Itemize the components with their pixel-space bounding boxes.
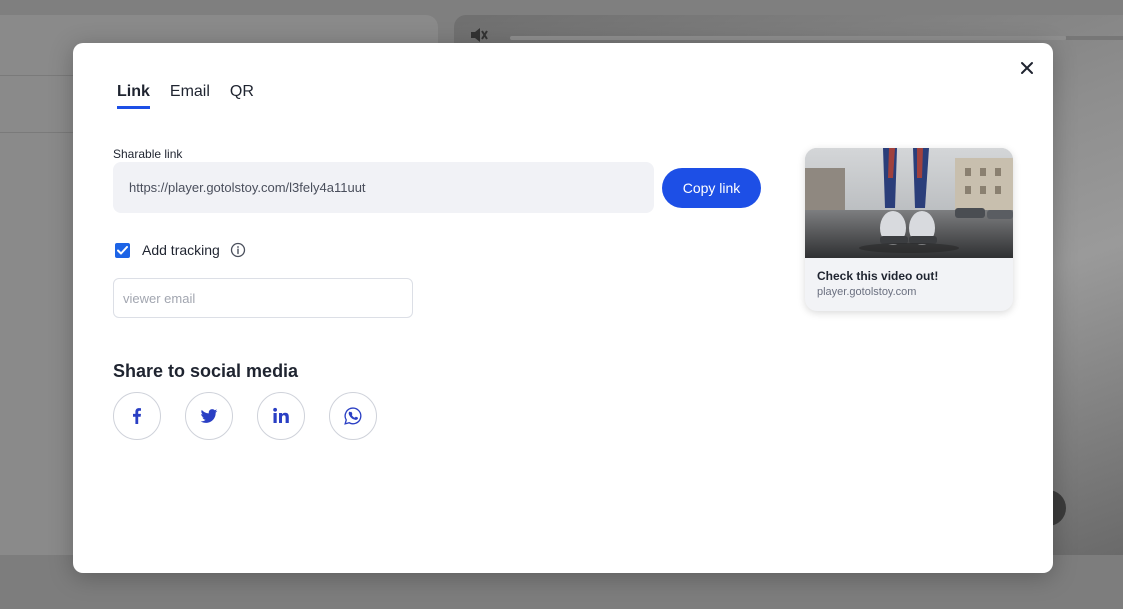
sharable-link-value: https://player.gotolstoy.com/l3fely4a11u… bbox=[129, 180, 366, 195]
whatsapp-icon bbox=[344, 407, 362, 425]
social-share-row bbox=[113, 392, 377, 440]
share-modal: Link Email QR Sharable link https://play… bbox=[73, 43, 1053, 573]
info-icon[interactable] bbox=[230, 242, 246, 258]
whatsapp-share-button[interactable] bbox=[329, 392, 377, 440]
facebook-share-button[interactable] bbox=[113, 392, 161, 440]
link-preview-card: Check this video out! player.gotolstoy.c… bbox=[805, 148, 1013, 311]
social-media-title: Share to social media bbox=[113, 361, 299, 381]
sharable-link-label: Sharable link bbox=[113, 147, 183, 161]
preview-domain: player.gotolstoy.com bbox=[817, 286, 917, 298]
sharable-link-field[interactable]: https://player.gotolstoy.com/l3fely4a11u… bbox=[113, 162, 654, 213]
add-tracking-checkbox[interactable] bbox=[115, 243, 130, 258]
facebook-icon bbox=[133, 408, 141, 424]
share-tabs: Link Email QR bbox=[117, 83, 254, 109]
twitter-share-button[interactable] bbox=[185, 392, 233, 440]
linkedin-share-button[interactable] bbox=[257, 392, 305, 440]
tab-qr[interactable]: QR bbox=[230, 83, 254, 109]
twitter-icon bbox=[200, 409, 218, 423]
close-button[interactable] bbox=[1016, 57, 1038, 79]
preview-title: Check this video out! bbox=[817, 269, 939, 283]
background-progress-track bbox=[1066, 36, 1123, 40]
linkedin-icon bbox=[273, 407, 289, 423]
add-tracking-label: Add tracking bbox=[142, 242, 220, 258]
copy-link-button[interactable]: Copy link bbox=[662, 168, 761, 208]
running-shoes-image bbox=[805, 148, 1013, 258]
background-progress-bar bbox=[510, 36, 1066, 40]
tab-email[interactable]: Email bbox=[170, 83, 210, 109]
checkmark-icon bbox=[117, 246, 128, 255]
close-icon bbox=[1021, 62, 1033, 74]
tab-link[interactable]: Link bbox=[117, 83, 150, 109]
preview-thumbnail bbox=[805, 148, 1013, 258]
mute-icon bbox=[471, 28, 488, 42]
viewer-email-input[interactable] bbox=[113, 278, 413, 318]
